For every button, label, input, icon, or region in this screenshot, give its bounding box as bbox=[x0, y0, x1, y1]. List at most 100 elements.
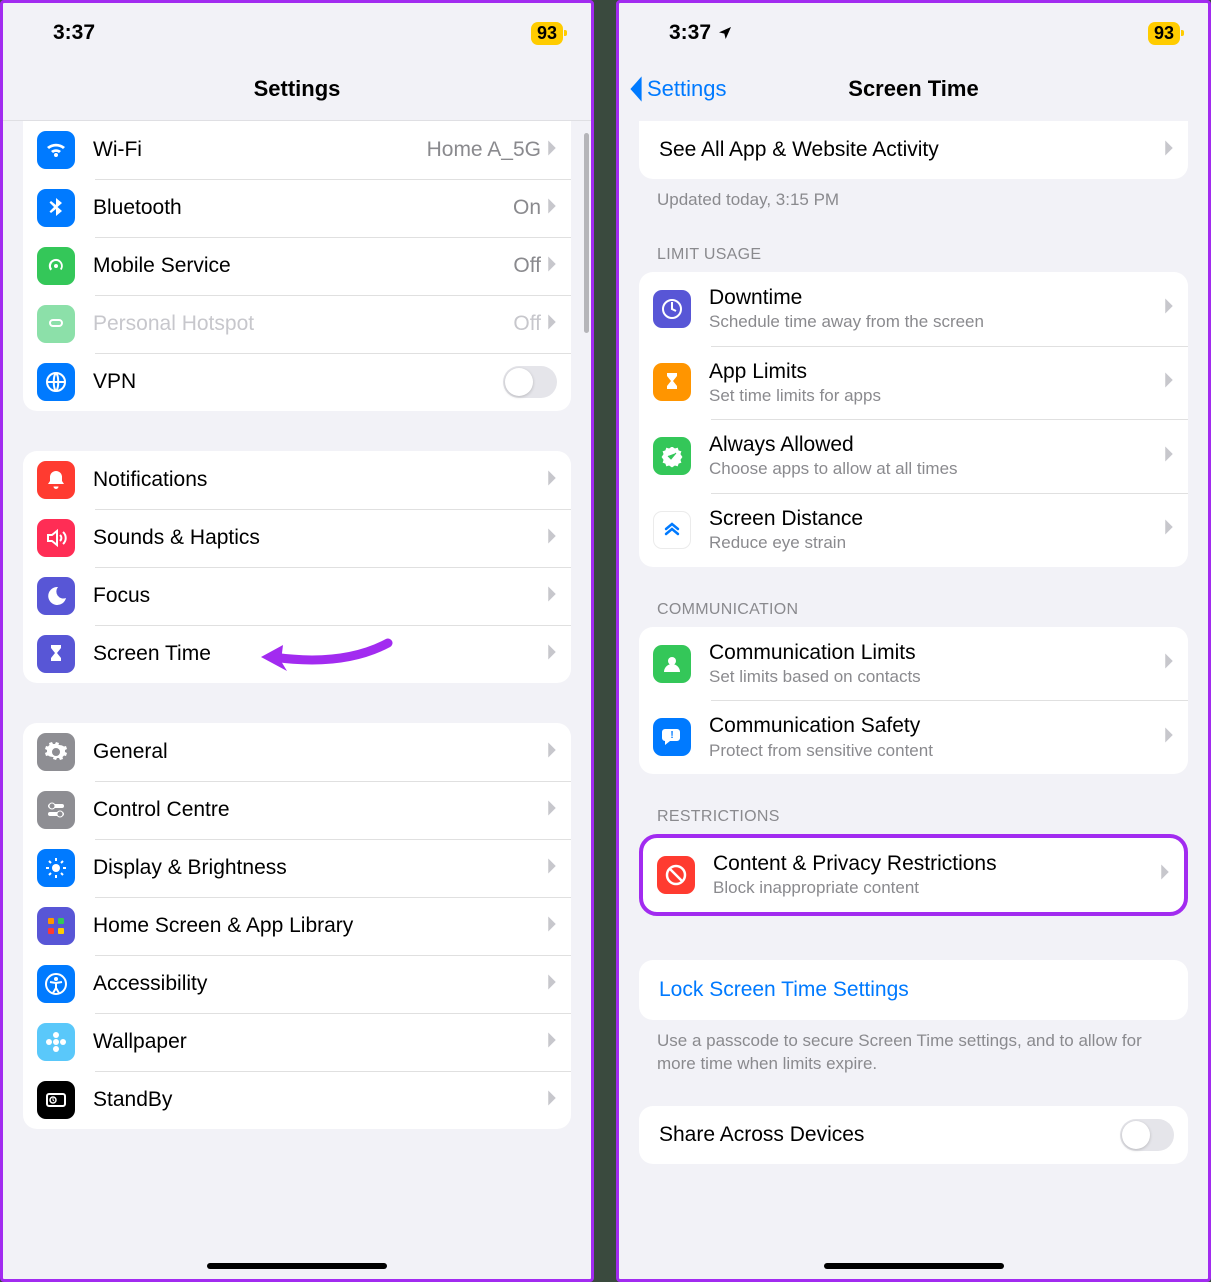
row-personal-hotspot[interactable]: Personal Hotspot Off bbox=[23, 295, 571, 353]
row-comm-limits[interactable]: Communication Limits Set limits based on… bbox=[639, 627, 1188, 701]
chevron-icon bbox=[547, 197, 557, 220]
header-limit-usage: LIMIT USAGE bbox=[619, 246, 1208, 272]
chevron-icon bbox=[547, 469, 557, 492]
cc-label: Control Centre bbox=[93, 798, 547, 822]
chevron-icon bbox=[547, 1031, 557, 1054]
display-label: Display & Brightness bbox=[93, 856, 547, 880]
row-lock-settings[interactable]: Lock Screen Time Settings bbox=[639, 960, 1188, 1020]
row-screen-time[interactable]: Screen Time bbox=[23, 625, 571, 683]
distance-label: Screen Distance Reduce eye strain bbox=[709, 501, 1164, 559]
switches-icon bbox=[37, 791, 75, 829]
nav-header: Settings Screen Time bbox=[619, 57, 1208, 121]
general-label: General bbox=[93, 740, 547, 764]
wifi-icon bbox=[37, 131, 75, 169]
chevron-icon bbox=[1160, 863, 1170, 886]
row-focus[interactable]: Focus bbox=[23, 567, 571, 625]
row-sounds[interactable]: Sounds & Haptics bbox=[23, 509, 571, 567]
bluetooth-label: Bluetooth bbox=[93, 196, 513, 220]
nav-title: Settings bbox=[254, 76, 341, 102]
antenna-icon bbox=[37, 247, 75, 285]
bluetooth-icon bbox=[37, 189, 75, 227]
home-indicator[interactable] bbox=[824, 1263, 1004, 1269]
row-display[interactable]: Display & Brightness bbox=[23, 839, 571, 897]
phone-screen-time: 3:37 93 Settings Screen Time See All App… bbox=[616, 0, 1211, 1282]
row-share[interactable]: Share Across Devices bbox=[639, 1106, 1188, 1164]
speaker-icon bbox=[37, 519, 75, 557]
chevron-icon bbox=[547, 643, 557, 666]
row-content-privacy[interactable]: Content & Privacy Restrictions Block ina… bbox=[643, 838, 1184, 912]
contact-icon bbox=[653, 645, 691, 683]
chevron-icon bbox=[1164, 445, 1174, 468]
focus-label: Focus bbox=[93, 584, 547, 608]
mobile-value: Off bbox=[513, 254, 541, 278]
row-home-screen[interactable]: Home Screen & App Library bbox=[23, 897, 571, 955]
row-bluetooth[interactable]: Bluetooth On bbox=[23, 179, 571, 237]
row-general[interactable]: General bbox=[23, 723, 571, 781]
screen-time-scroll[interactable]: See All App & Website Activity Updated t… bbox=[619, 121, 1208, 1279]
apps-grid-icon bbox=[37, 907, 75, 945]
group-restrictions: Content & Privacy Restrictions Block ina… bbox=[639, 834, 1188, 916]
checkmark-seal-icon bbox=[653, 437, 691, 475]
row-mobile-service[interactable]: Mobile Service Off bbox=[23, 237, 571, 295]
link-icon bbox=[37, 305, 75, 343]
nav-title: Screen Time bbox=[848, 76, 978, 102]
row-comm-safety[interactable]: ! Communication Safety Protect from sens… bbox=[639, 700, 1188, 774]
row-wifi[interactable]: Wi-Fi Home A_5G bbox=[23, 121, 571, 179]
chevron-icon bbox=[547, 1089, 557, 1112]
sun-icon bbox=[37, 849, 75, 887]
row-wallpaper[interactable]: Wallpaper bbox=[23, 1013, 571, 1071]
flower-icon bbox=[37, 1023, 75, 1061]
row-always-allowed[interactable]: Always Allowed Choose apps to allow at a… bbox=[639, 419, 1188, 493]
scrollbar[interactable] bbox=[584, 133, 589, 333]
group-general: General Control Centre Display & Brightn… bbox=[23, 723, 571, 1129]
chevron-icon bbox=[1164, 652, 1174, 675]
group-notifications: Notifications Sounds & Haptics Focus Scr… bbox=[23, 451, 571, 683]
chevron-icon bbox=[1164, 139, 1174, 162]
status-indicators: 93 bbox=[1132, 21, 1180, 45]
hotspot-value: Off bbox=[513, 312, 541, 336]
location-icon bbox=[717, 25, 733, 41]
chevron-icon bbox=[1164, 518, 1174, 541]
group-communication: Communication Limits Set limits based on… bbox=[639, 627, 1188, 774]
share-toggle[interactable] bbox=[1120, 1119, 1174, 1151]
share-label: Share Across Devices bbox=[659, 1123, 1120, 1147]
row-vpn[interactable]: VPN bbox=[23, 353, 571, 411]
chevron-icon bbox=[547, 139, 557, 162]
vpn-label: VPN bbox=[93, 370, 503, 394]
row-app-limits[interactable]: App Limits Set time limits for apps bbox=[639, 346, 1188, 420]
row-control-centre[interactable]: Control Centre bbox=[23, 781, 571, 839]
row-downtime[interactable]: Downtime Schedule time away from the scr… bbox=[639, 272, 1188, 346]
status-time: 3:37 bbox=[669, 21, 733, 45]
wifi-value: Home A_5G bbox=[427, 138, 541, 162]
bell-icon bbox=[37, 461, 75, 499]
row-see-activity[interactable]: See All App & Website Activity bbox=[639, 121, 1188, 179]
row-accessibility[interactable]: Accessibility bbox=[23, 955, 571, 1013]
hotspot-label: Personal Hotspot bbox=[93, 312, 513, 336]
svg-text:!: ! bbox=[670, 730, 673, 741]
settings-scroll[interactable]: Wi-Fi Home A_5G Bluetooth On Mobile Serv… bbox=[3, 121, 591, 1279]
group-activity: See All App & Website Activity bbox=[639, 121, 1188, 179]
group-network: Wi-Fi Home A_5G Bluetooth On Mobile Serv… bbox=[23, 121, 571, 411]
activity-label: See All App & Website Activity bbox=[659, 138, 1164, 162]
vpn-toggle[interactable] bbox=[503, 366, 557, 398]
chevron-icon bbox=[547, 973, 557, 996]
bluetooth-value: On bbox=[513, 196, 541, 220]
hourglass-icon bbox=[653, 363, 691, 401]
downtime-icon bbox=[653, 290, 691, 328]
header-restrictions: RESTRICTIONS bbox=[619, 808, 1208, 834]
row-standby[interactable]: StandBy bbox=[23, 1071, 571, 1129]
back-button[interactable]: Settings bbox=[627, 75, 727, 103]
gear-icon bbox=[37, 733, 75, 771]
comm-limits-label: Communication Limits Set limits based on… bbox=[709, 635, 1164, 693]
row-screen-distance[interactable]: Screen Distance Reduce eye strain bbox=[639, 493, 1188, 567]
distance-icon bbox=[653, 511, 691, 549]
group-lock: Lock Screen Time Settings bbox=[639, 960, 1188, 1020]
content-privacy-label: Content & Privacy Restrictions Block ina… bbox=[713, 846, 1160, 904]
hourglass-icon bbox=[37, 635, 75, 673]
home-indicator[interactable] bbox=[207, 1263, 387, 1269]
standby-label: StandBy bbox=[93, 1088, 547, 1112]
row-notifications[interactable]: Notifications bbox=[23, 451, 571, 509]
updated-footer: Updated today, 3:15 PM bbox=[619, 179, 1208, 212]
status-indicators: 93 bbox=[515, 21, 563, 45]
chevron-icon bbox=[1164, 371, 1174, 394]
